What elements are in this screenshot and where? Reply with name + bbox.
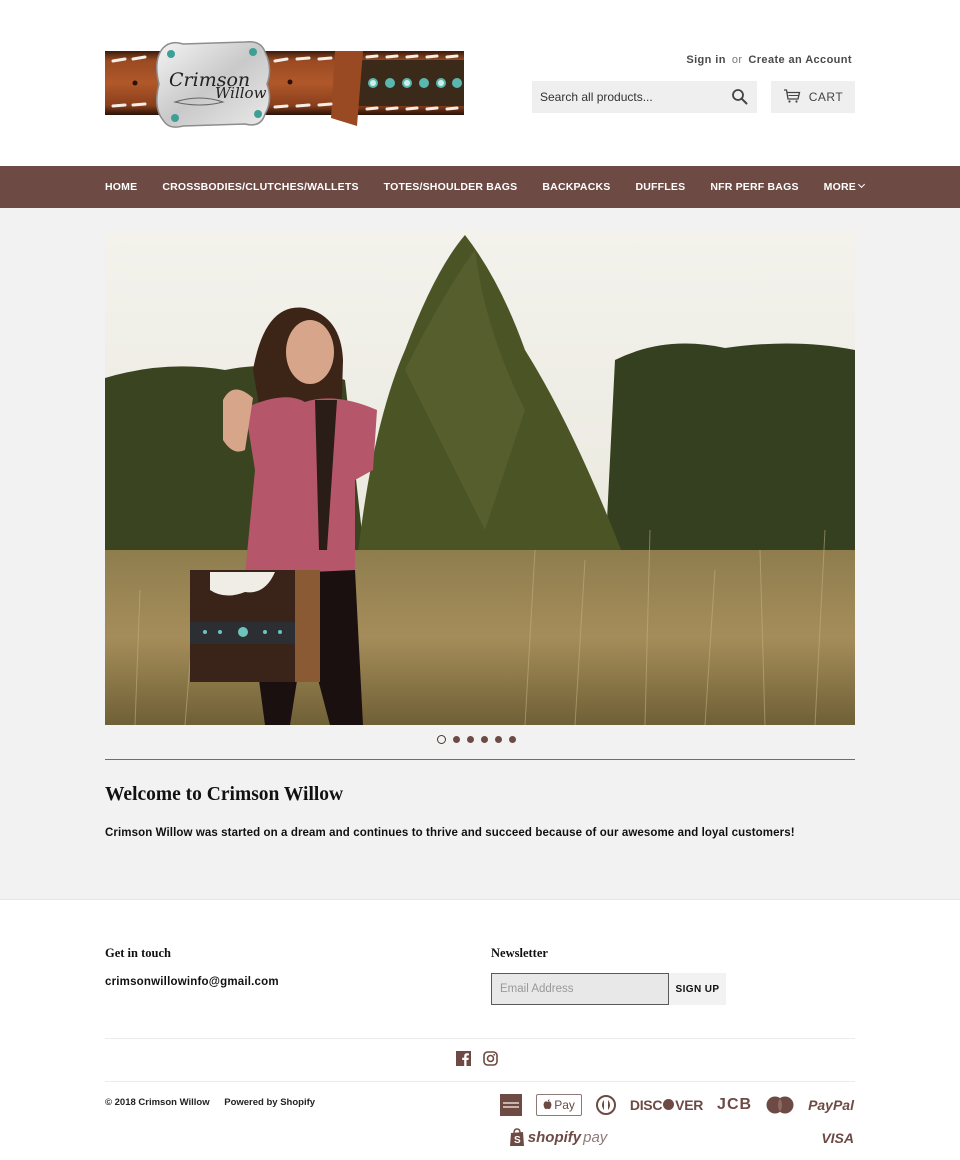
- shopify-pay-label-suffix: pay: [583, 1129, 608, 1146]
- hero-slideshow[interactable]: [105, 230, 855, 725]
- copyright: © 2018 Crimson Willow Powered by Shopify: [105, 1097, 315, 1108]
- newsletter-title: Newsletter: [491, 946, 548, 960]
- main-content: Welcome to Crimson Willow Crimson Willow…: [0, 208, 960, 899]
- sign-in-link[interactable]: Sign in: [686, 54, 725, 66]
- slide-dot-5[interactable]: [495, 736, 502, 743]
- nav-item-crossbodies[interactable]: CROSSBODIES/CLUTCHES/WALLETS: [162, 181, 358, 193]
- sign-up-button[interactable]: SIGN UP: [669, 973, 726, 1005]
- or-text: or: [731, 54, 743, 66]
- contact-title: Get in touch: [105, 946, 171, 960]
- apple-pay-label: Pay: [554, 1097, 575, 1112]
- hero-image: [105, 230, 855, 725]
- jcb-icon: JCB: [717, 1095, 753, 1113]
- slide-dot-1[interactable]: [437, 735, 446, 744]
- discover-icon: DISC VER: [630, 1093, 703, 1116]
- cart-button[interactable]: CART: [771, 81, 855, 113]
- nav-item-duffles[interactable]: DUFFLES: [635, 181, 685, 193]
- site-header: Crimson Willow Sign in or Create an Accoun…: [0, 0, 960, 166]
- search-input[interactable]: [532, 81, 757, 113]
- cart-icon: [783, 88, 801, 106]
- section-divider: [105, 759, 855, 760]
- slide-dot-4[interactable]: [481, 736, 488, 743]
- copyright-text: © 2018 Crimson Willow: [105, 1097, 210, 1108]
- instagram-icon[interactable]: [483, 1051, 498, 1066]
- nav-item-backpacks[interactable]: BACKPACKS: [542, 181, 610, 193]
- diners-club-icon: [595, 1093, 616, 1116]
- paypal-icon: PayPal: [808, 1096, 854, 1113]
- american-express-icon: [500, 1093, 523, 1116]
- discover-label-start: DISC: [629, 1096, 663, 1113]
- create-account-link[interactable]: Create an Account: [748, 54, 852, 66]
- apple-pay-icon: Pay: [536, 1093, 582, 1116]
- slide-dot-2[interactable]: [453, 736, 460, 743]
- newsletter-email-input[interactable]: [491, 973, 669, 1005]
- search-icon[interactable]: [731, 88, 749, 106]
- visa-icon: VISA: [821, 1129, 854, 1146]
- site-footer: Get in touch crimsonwillowinfo@gmail.com…: [0, 899, 960, 1160]
- powered-by-shopify-link[interactable]: Powered by Shopify: [224, 1097, 315, 1108]
- social-links: [456, 1051, 498, 1066]
- cart-label: CART: [808, 90, 844, 104]
- footer-divider-bottom: [105, 1081, 855, 1082]
- welcome-text: Crimson Willow was started on a dream an…: [105, 827, 795, 839]
- footer-divider-top: [105, 1038, 855, 1039]
- discover-label-end: VER: [675, 1096, 704, 1113]
- nav-item-home[interactable]: HOME: [105, 181, 137, 193]
- welcome-title: Welcome to Crimson Willow: [105, 784, 344, 805]
- nav-item-more[interactable]: MORE: [823, 180, 866, 193]
- svg-text:S: S: [514, 1135, 521, 1146]
- slide-dot-3[interactable]: [467, 736, 474, 743]
- shopify-pay-label: shopify: [527, 1129, 582, 1146]
- account-links: Sign in or Create an Account: [686, 54, 852, 66]
- contact-email-link[interactable]: crimsonwillowinfo@gmail.com: [105, 976, 279, 988]
- discover-dot: [663, 1099, 675, 1110]
- svg-text:Willow: Willow: [215, 84, 267, 102]
- shopify-pay-icon: S shopify pay: [509, 1126, 608, 1149]
- payment-icons: Pay DISC VER JCB PayPal S shopify pay VISA: [426, 1093, 854, 1149]
- site-logo[interactable]: Crimson Willow: [105, 38, 464, 130]
- nav-item-nfr-perf-bags[interactable]: NFR PERF BAGS: [710, 181, 798, 193]
- search-form: [532, 81, 757, 113]
- facebook-icon[interactable]: [456, 1051, 471, 1066]
- slideshow-pagination: [437, 735, 516, 744]
- chevron-down-icon: [857, 180, 866, 189]
- nav-item-totes[interactable]: TOTES/SHOULDER BAGS: [384, 181, 518, 193]
- nav-more-label: MORE: [823, 181, 856, 193]
- main-nav: HOME CROSSBODIES/CLUTCHES/WALLETS TOTES/…: [0, 166, 960, 208]
- mastercard-icon: [766, 1093, 794, 1116]
- slide-dot-6[interactable]: [509, 736, 516, 743]
